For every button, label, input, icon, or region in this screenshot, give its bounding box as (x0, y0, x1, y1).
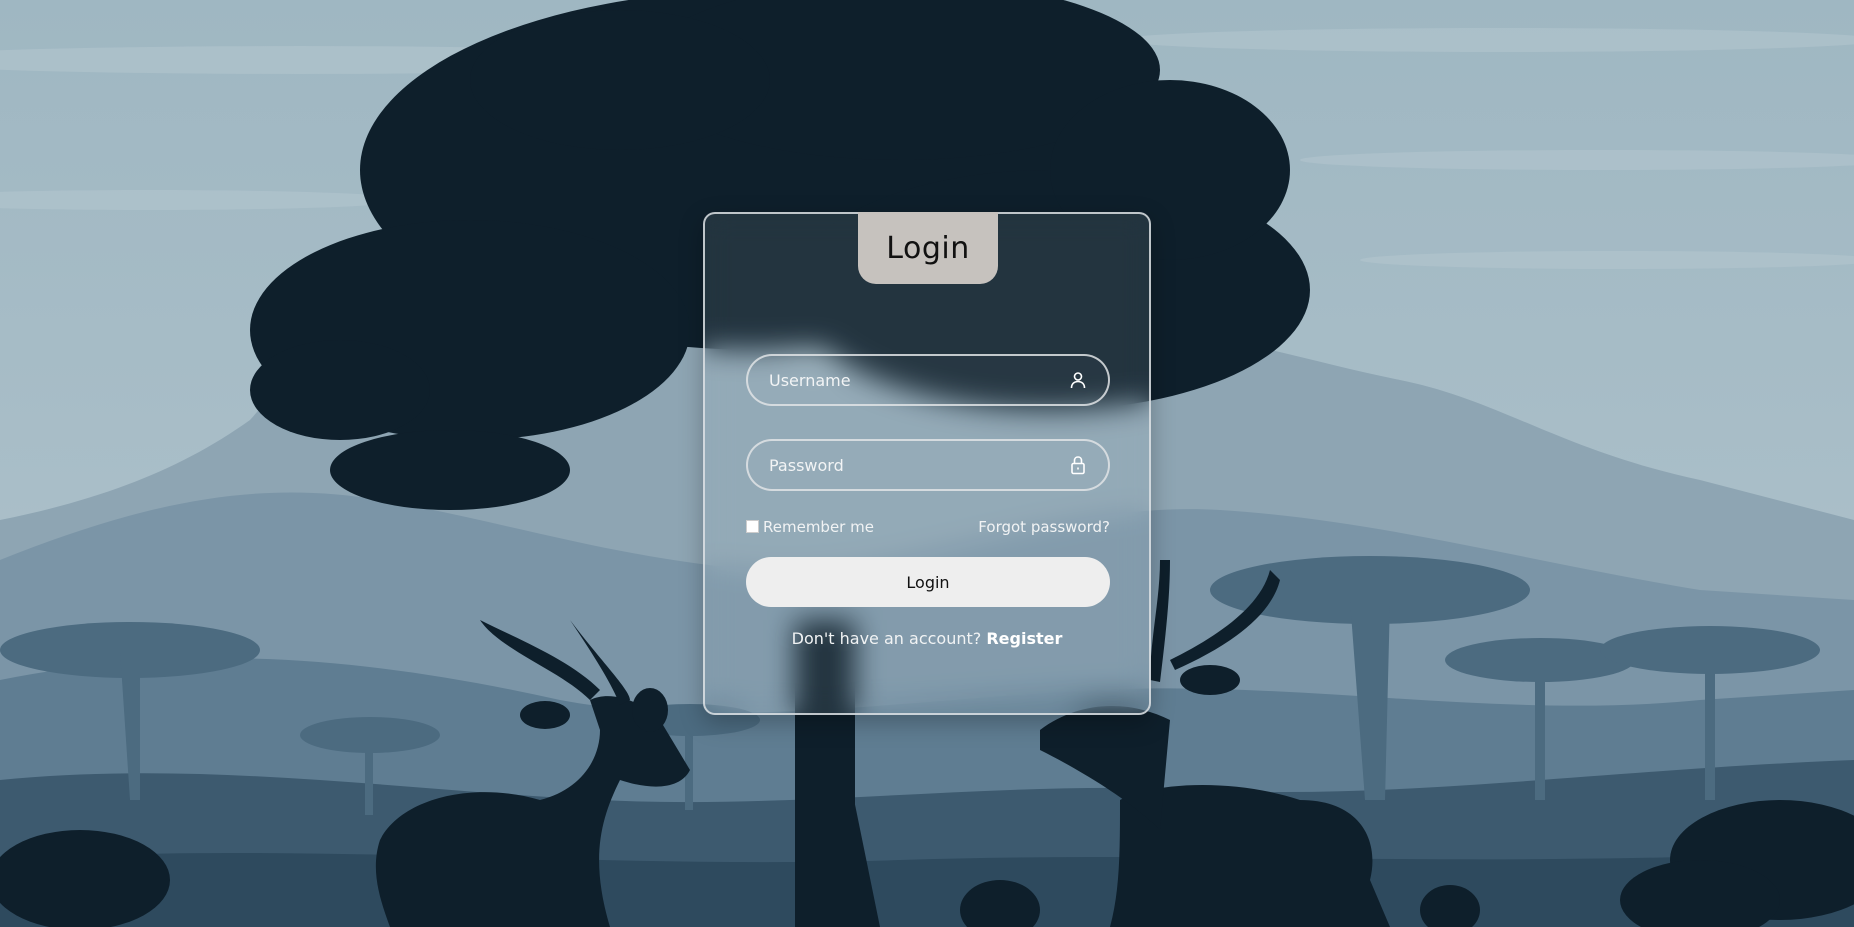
register-prompt: Don't have an account? (791, 629, 982, 648)
remember-label: Remember me (763, 518, 874, 536)
options-row: Remember me Forgot password? (746, 516, 1110, 538)
user-icon (1068, 370, 1088, 390)
register-link[interactable]: Register (986, 629, 1062, 648)
page-title: Login (886, 230, 970, 266)
password-input[interactable] (767, 454, 1068, 476)
login-button[interactable]: Login (746, 557, 1110, 607)
remember-checkbox[interactable] (746, 519, 759, 533)
remember-me[interactable]: Remember me (746, 518, 874, 536)
forgot-password-link[interactable]: Forgot password? (978, 518, 1110, 536)
register-row: Don't have an account? Register (705, 629, 1149, 648)
username-field[interactable] (746, 354, 1110, 406)
username-input[interactable] (767, 369, 1068, 391)
login-title-tab: Login (858, 212, 998, 284)
password-field[interactable] (746, 439, 1110, 491)
login-card: Login Remember me Forgot password? Login (703, 212, 1151, 715)
lock-icon (1068, 455, 1088, 475)
